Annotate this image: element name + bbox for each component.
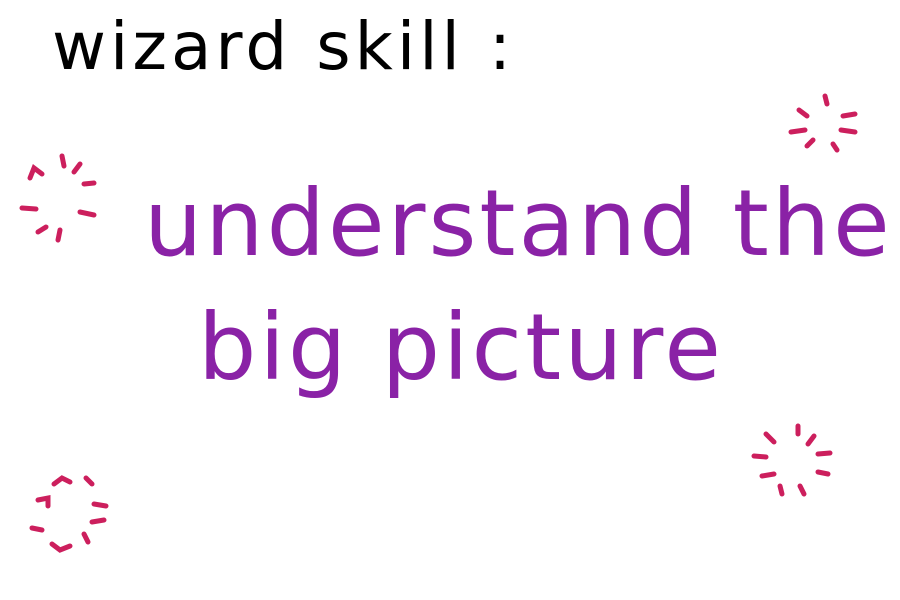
sparkle-icon: [18, 150, 108, 245]
message-line-1: understand the: [144, 170, 893, 277]
message-line-2: big picture: [198, 294, 724, 401]
sparkle-icon: [26, 470, 116, 560]
heading-text: wizard skill :: [52, 8, 516, 85]
sparkle-icon: [748, 420, 838, 505]
sparkle-icon: [785, 90, 865, 160]
drawing-canvas: wizard skill : understand the big pictur…: [0, 0, 900, 600]
